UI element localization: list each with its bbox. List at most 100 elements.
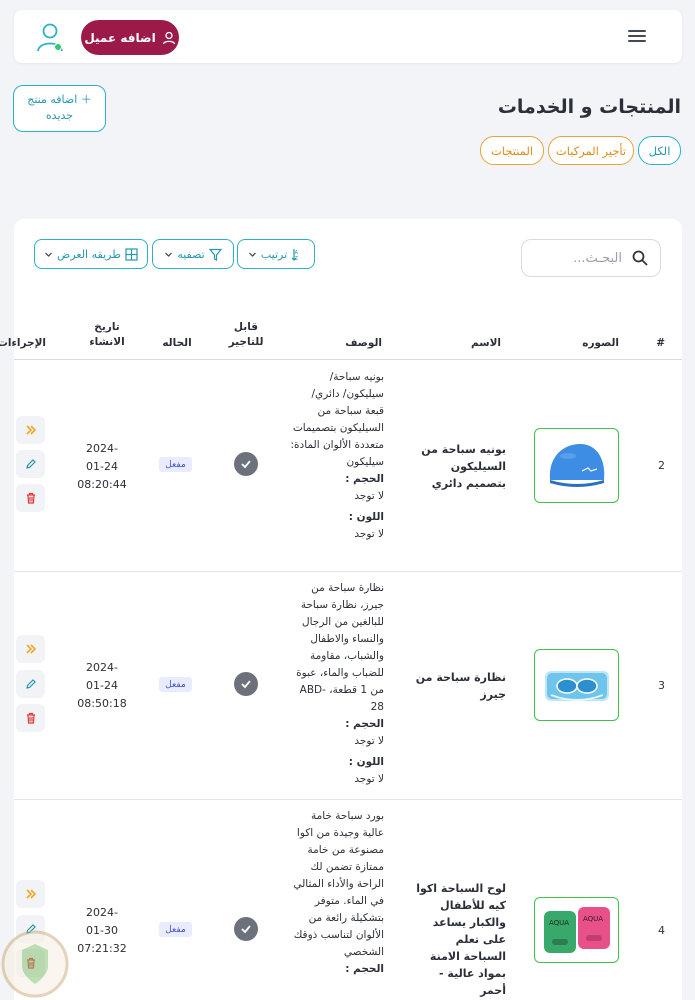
- svg-text:AQUA: AQUA: [583, 915, 603, 923]
- double-chevron-right-icon: [25, 889, 36, 899]
- time-line: 08:20:44: [77, 478, 127, 491]
- page-title: المنتجات و الخدمات: [497, 96, 681, 118]
- kickboard-image: AQUA AQUA: [543, 907, 610, 953]
- search-icon: [632, 250, 648, 266]
- plus-icon: ＋: [80, 93, 92, 106]
- online-status-dot: [54, 43, 62, 51]
- product-description: بونيه سباحة/ سيليكون/ دائري/ قبعة سباحة …: [290, 369, 384, 543]
- products-card: AZ ترتيب تصفيه طريقه العرض # الصوره الاس…: [0, 219, 682, 1000]
- chevron-down-icon: [45, 252, 52, 257]
- swim-cap-image: [549, 443, 604, 487]
- status-badge: مفعل: [159, 922, 192, 937]
- watermark-seal: [1, 930, 69, 998]
- size-label: الحجم :: [345, 473, 384, 485]
- add-client-label: اضافه عميل: [84, 30, 156, 45]
- delete-button[interactable]: [16, 704, 45, 732]
- status-badge: مفعل: [159, 457, 192, 472]
- sort-button[interactable]: AZ ترتيب: [237, 239, 315, 269]
- date-line: 2024-: [86, 442, 118, 455]
- product-name: بونيه سباحة من السيليكون بتصميم دائري: [421, 443, 506, 490]
- row-number: 2: [658, 459, 665, 472]
- filter-button[interactable]: تصفيه: [152, 239, 234, 269]
- product-description: بورد سباحة خامة عالية وجيدة من اكوا مصنو…: [290, 808, 384, 978]
- time-line: 08:50:18: [77, 697, 127, 710]
- tab-products[interactable]: المنتجات: [480, 136, 544, 165]
- description-text: بونيه سباحة/ سيليكون/ دائري/ قبعة سباحة …: [290, 371, 384, 468]
- add-product-label: اضافه منتج جديده: [27, 93, 78, 122]
- column-header-created: تاريخ الانشاء: [89, 321, 125, 348]
- column-header-image: الصوره: [582, 337, 619, 349]
- double-chevron-right-icon: [25, 644, 36, 654]
- color-label: اللون :: [348, 511, 384, 523]
- sort-icon: AZ: [291, 248, 299, 261]
- tab-vehicle-rental[interactable]: تأجير المركبات: [548, 136, 634, 165]
- date-line: 01-24: [86, 460, 118, 473]
- svg-text:AQUA: AQUA: [549, 919, 569, 927]
- view-mode-label: طريقه العرض: [57, 247, 121, 261]
- edit-button[interactable]: [16, 670, 45, 698]
- edit-button[interactable]: [16, 450, 45, 478]
- column-header-rentable: قابل للتاجير: [228, 321, 264, 348]
- search-input[interactable]: [542, 250, 622, 266]
- date-line: 2024-: [86, 661, 118, 674]
- swim-goggles-image: [544, 671, 609, 701]
- filter-icon: [208, 248, 222, 261]
- date-line: 2024-: [86, 906, 118, 919]
- color-value: لا توجد: [354, 528, 384, 540]
- check-circle-icon: [234, 672, 258, 696]
- check-circle-icon: [234, 917, 258, 941]
- table-header-divider: [14, 359, 682, 360]
- search-box[interactable]: [521, 239, 661, 277]
- add-client-button[interactable]: اضافه عميل: [81, 20, 179, 55]
- forward-button[interactable]: [16, 635, 45, 663]
- product-image[interactable]: [534, 428, 619, 503]
- row-divider: [14, 571, 682, 572]
- time-line: 07:21:32: [77, 942, 127, 955]
- check-circle-icon: [234, 452, 258, 476]
- forward-button[interactable]: [16, 416, 45, 444]
- created-date: 2024- 01-24 08:20:44: [72, 440, 132, 494]
- description-text: بورد سباحة خامة عالية وجيدة من اكوا مصنو…: [293, 810, 384, 958]
- top-bar: اضافه عميل: [14, 10, 682, 63]
- date-line: 01-24: [86, 679, 118, 692]
- forward-button[interactable]: [16, 880, 45, 908]
- svg-text:Z: Z: [295, 256, 299, 261]
- created-date: 2024- 01-24 08:50:18: [72, 659, 132, 713]
- view-mode-button[interactable]: طريقه العرض: [34, 239, 148, 269]
- delete-button[interactable]: [16, 484, 45, 512]
- add-product-button[interactable]: ＋ اضافه منتج جديده: [13, 85, 106, 132]
- created-date: 2024- 01-30 07:21:32: [72, 904, 132, 958]
- hamburger-menu-icon[interactable]: [628, 27, 646, 45]
- color-label: اللون :: [348, 756, 384, 768]
- filter-label: تصفيه: [177, 247, 205, 261]
- trash-icon: [26, 712, 35, 724]
- row-number: 3: [658, 679, 665, 692]
- status-badge: مفعل: [159, 677, 192, 692]
- product-description: نظارة سباحة من جيرز، نظارة سباحة للبالغي…: [290, 580, 384, 788]
- edit-icon: [25, 679, 36, 689]
- product-image[interactable]: AQUA AQUA: [534, 897, 619, 963]
- row-divider: [14, 799, 682, 800]
- column-header-name: الاسم: [471, 337, 501, 349]
- tab-all[interactable]: الكل: [638, 136, 681, 165]
- edit-icon: [25, 459, 36, 469]
- product-name: نظارة سباحة من جيرز: [415, 671, 506, 701]
- size-value: لا توجد: [354, 735, 384, 747]
- double-chevron-right-icon: [25, 425, 36, 435]
- trash-icon: [26, 492, 35, 504]
- size-value: لا توجد: [354, 490, 384, 502]
- size-label: الحجم :: [345, 963, 384, 975]
- column-header-actions: الإجراءات: [0, 337, 46, 349]
- row-number: 4: [658, 924, 665, 937]
- column-header-num: #: [656, 337, 665, 349]
- product-image[interactable]: [534, 649, 619, 721]
- column-header-status: الحاله: [162, 337, 192, 349]
- chevron-down-icon: [248, 252, 256, 257]
- sort-label: ترتيب: [260, 247, 288, 261]
- chevron-down-icon: [165, 252, 173, 257]
- size-label: الحجم :: [345, 718, 384, 730]
- color-value: لا توجد: [354, 773, 384, 785]
- user-icon: [162, 31, 175, 44]
- column-header-description: الوصف: [345, 337, 382, 349]
- date-line: 01-30: [86, 924, 118, 937]
